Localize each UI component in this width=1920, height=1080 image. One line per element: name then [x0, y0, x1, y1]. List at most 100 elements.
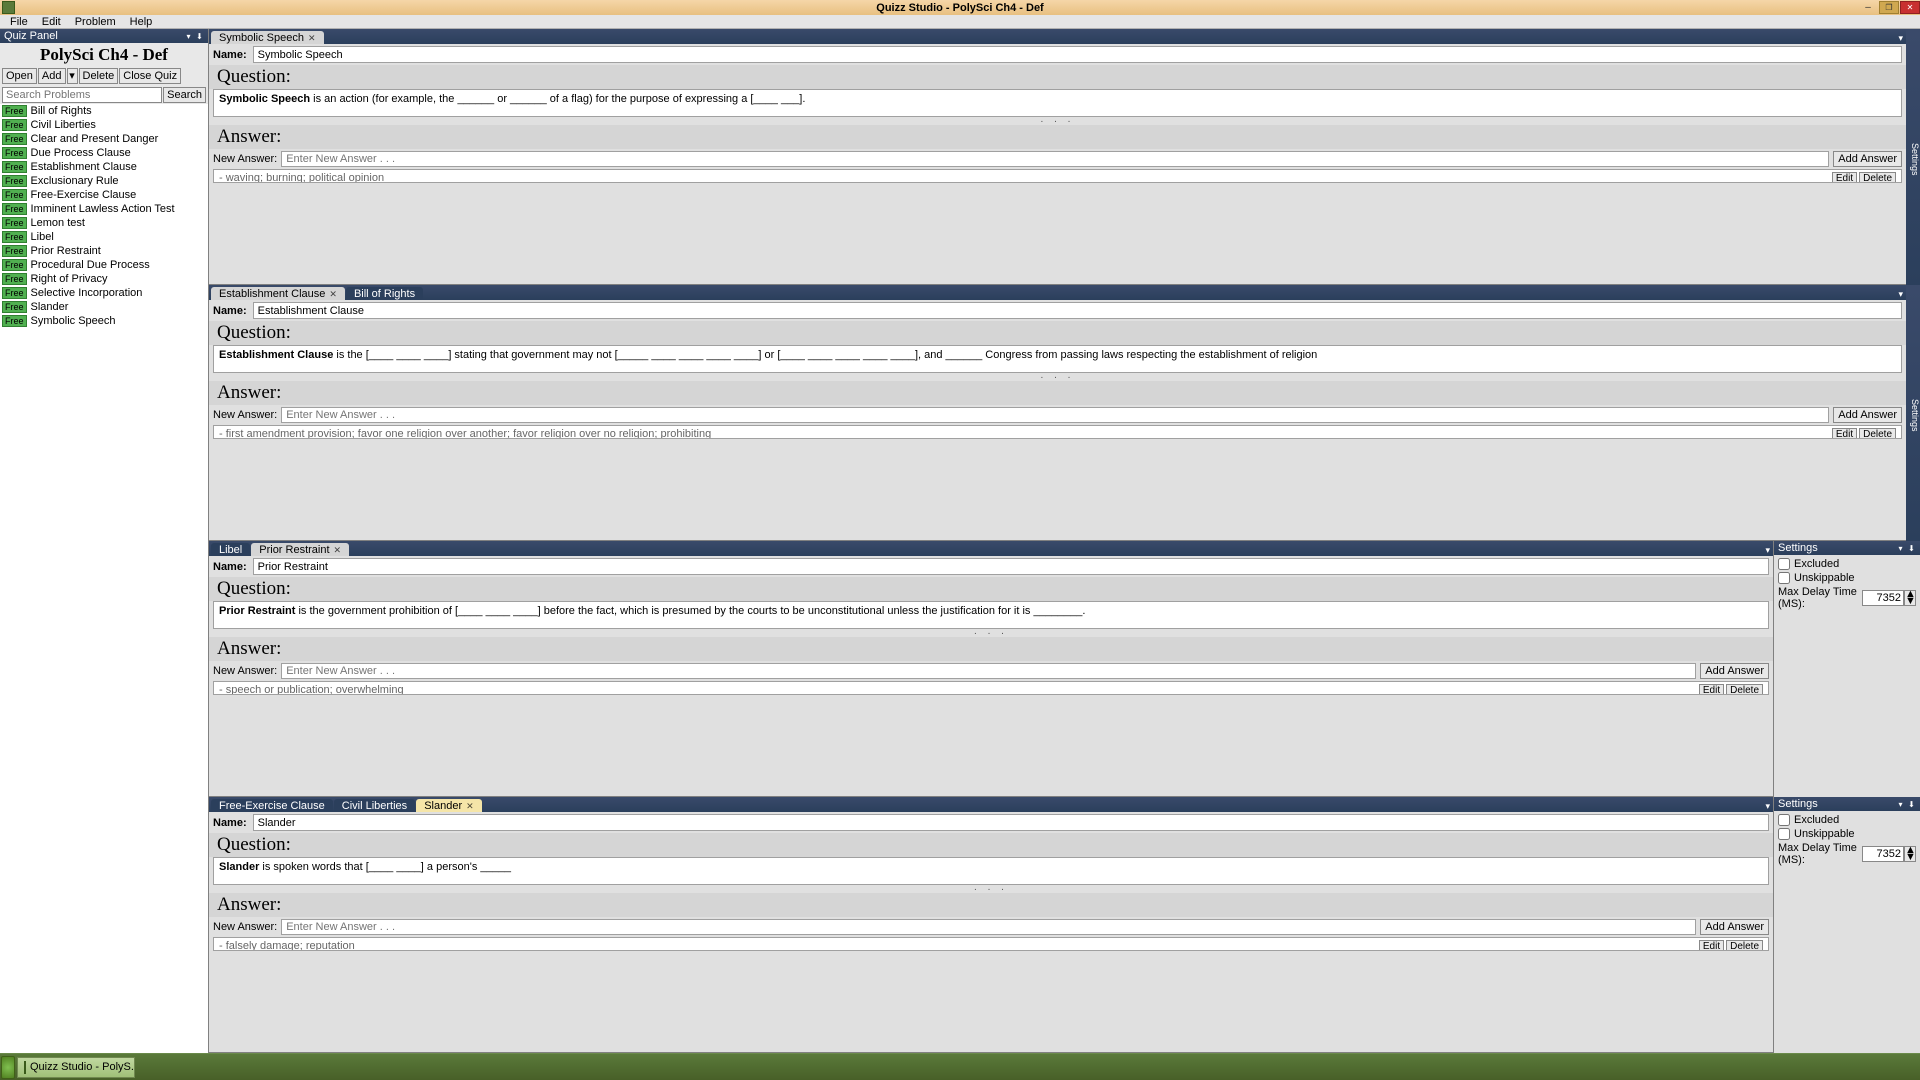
add-dropdown-icon[interactable]: ▾: [67, 68, 78, 84]
panel-pin-icon[interactable]: ⬇: [195, 32, 204, 41]
list-item[interactable]: FreeProcedural Due Process: [0, 258, 208, 272]
list-item[interactable]: FreeRight of Privacy: [0, 272, 208, 286]
list-item[interactable]: FreeBill of Rights: [0, 104, 208, 118]
open-button[interactable]: Open: [2, 68, 37, 84]
tab[interactable]: Prior Restraint✕: [251, 543, 349, 556]
spin-buttons[interactable]: ▲▼: [1904, 846, 1916, 862]
delete-answer-button[interactable]: Delete: [1859, 428, 1896, 439]
max-delay-input[interactable]: [1862, 590, 1904, 606]
unskippable-checkbox[interactable]: [1778, 828, 1790, 840]
new-answer-input[interactable]: [281, 663, 1696, 679]
add-answer-button[interactable]: Add Answer: [1700, 919, 1769, 935]
name-input[interactable]: [253, 814, 1769, 831]
maximize-button[interactable]: [1879, 1, 1899, 14]
free-tag: Free: [2, 217, 27, 229]
list-item-label: Exclusionary Rule: [31, 175, 119, 187]
new-answer-row: New Answer:Add Answer: [209, 405, 1906, 425]
minimize-button[interactable]: [1858, 1, 1878, 14]
tab[interactable]: Establishment Clause✕: [211, 287, 345, 300]
name-input[interactable]: [253, 46, 1902, 63]
list-item[interactable]: FreeLibel: [0, 230, 208, 244]
resize-handle-icon[interactable]: . . .: [209, 884, 1773, 892]
close-window-button[interactable]: [1900, 1, 1920, 14]
settings-collapsed-tab[interactable]: Settings: [1906, 285, 1920, 541]
close-tab-icon[interactable]: ✕: [308, 33, 316, 44]
list-item[interactable]: FreeCivil Liberties: [0, 118, 208, 132]
list-item[interactable]: FreeFree-Exercise Clause: [0, 188, 208, 202]
question-text[interactable]: Symbolic Speech is an action (for exampl…: [213, 89, 1902, 117]
tab-label: Libel: [219, 544, 242, 556]
excluded-checkbox[interactable]: [1778, 814, 1790, 826]
free-tag: Free: [2, 203, 27, 215]
list-item-label: Due Process Clause: [31, 147, 131, 159]
excluded-checkbox[interactable]: [1778, 558, 1790, 570]
list-item[interactable]: FreeSelective Incorporation: [0, 286, 208, 300]
delete-answer-button[interactable]: Delete: [1726, 940, 1763, 951]
taskbar-app-button[interactable]: Quizz Studio - PolyS...: [17, 1057, 135, 1078]
menu-help[interactable]: Help: [124, 16, 159, 28]
question-text[interactable]: Prior Restraint is the government prohib…: [213, 601, 1769, 629]
tab[interactable]: Free-Exercise Clause: [211, 799, 333, 812]
edit-answer-button[interactable]: Edit: [1699, 940, 1724, 951]
new-answer-input[interactable]: [281, 919, 1696, 935]
list-item[interactable]: FreeImminent Lawless Action Test: [0, 202, 208, 216]
panel-pin-icon[interactable]: ⬇: [1907, 800, 1916, 809]
question-text[interactable]: Establishment Clause is the [____ ____ _…: [213, 345, 1902, 373]
list-item[interactable]: FreeDue Process Clause: [0, 146, 208, 160]
search-input[interactable]: [2, 87, 162, 103]
name-input[interactable]: [253, 558, 1769, 575]
add-answer-button[interactable]: Add Answer: [1700, 663, 1769, 679]
unskippable-checkbox[interactable]: [1778, 572, 1790, 584]
resize-handle-icon[interactable]: . . .: [209, 628, 1773, 636]
pane-options-icon[interactable]: ▾: [1765, 545, 1773, 556]
list-item[interactable]: FreeEstablishment Clause: [0, 160, 208, 174]
delete-button[interactable]: Delete: [79, 68, 119, 84]
menu-edit[interactable]: Edit: [36, 16, 67, 28]
list-item[interactable]: FreePrior Restraint: [0, 244, 208, 258]
delete-answer-button[interactable]: Delete: [1859, 172, 1896, 183]
problem-list[interactable]: FreeBill of RightsFreeCivil LibertiesFre…: [0, 104, 208, 1053]
list-item[interactable]: FreeSlander: [0, 300, 208, 314]
name-input[interactable]: [253, 302, 1902, 319]
panel-dropdown-icon[interactable]: ▾: [1896, 800, 1905, 809]
pane-options-icon[interactable]: ▾: [1898, 289, 1906, 300]
tab[interactable]: Bill of Rights: [346, 287, 423, 300]
edit-answer-button[interactable]: Edit: [1832, 172, 1857, 183]
list-item[interactable]: FreeLemon test: [0, 216, 208, 230]
delete-answer-button[interactable]: Delete: [1726, 684, 1763, 695]
panel-dropdown-icon[interactable]: ▾: [184, 32, 193, 41]
close-tab-icon[interactable]: ✕: [334, 545, 342, 556]
answer-text: - falsely damage; reputation: [219, 940, 1699, 950]
menu-problem[interactable]: Problem: [69, 16, 122, 28]
edit-answer-button[interactable]: Edit: [1699, 684, 1724, 695]
start-button[interactable]: [1, 1056, 15, 1079]
pane-options-icon[interactable]: ▾: [1765, 801, 1773, 812]
add-answer-button[interactable]: Add Answer: [1833, 407, 1902, 423]
tab[interactable]: Libel: [211, 543, 250, 556]
menu-file[interactable]: File: [4, 16, 34, 28]
tab[interactable]: Civil Liberties: [334, 799, 415, 812]
question-text[interactable]: Slander is spoken words that [____ ____]…: [213, 857, 1769, 885]
search-button[interactable]: Search: [163, 87, 206, 103]
close-quiz-button[interactable]: Close Quiz: [119, 68, 181, 84]
close-tab-icon[interactable]: ✕: [329, 289, 337, 300]
panel-dropdown-icon[interactable]: ▾: [1896, 544, 1905, 553]
list-item[interactable]: FreeExclusionary Rule: [0, 174, 208, 188]
spin-buttons[interactable]: ▲▼: [1904, 590, 1916, 606]
pane-options-icon[interactable]: ▾: [1898, 33, 1906, 44]
settings-collapsed-tab[interactable]: Settings: [1906, 29, 1920, 285]
resize-handle-icon[interactable]: . . .: [209, 116, 1906, 124]
new-answer-input[interactable]: [281, 151, 1829, 167]
max-delay-input[interactable]: [1862, 846, 1904, 862]
edit-answer-button[interactable]: Edit: [1832, 428, 1857, 439]
list-item[interactable]: FreeClear and Present Danger: [0, 132, 208, 146]
list-item[interactable]: FreeSymbolic Speech: [0, 314, 208, 328]
tab[interactable]: Slander✕: [416, 799, 481, 812]
add-button[interactable]: Add: [38, 68, 66, 84]
new-answer-input[interactable]: [281, 407, 1829, 423]
add-answer-button[interactable]: Add Answer: [1833, 151, 1902, 167]
resize-handle-icon[interactable]: . . .: [209, 372, 1906, 380]
panel-pin-icon[interactable]: ⬇: [1907, 544, 1916, 553]
tab[interactable]: Symbolic Speech✕: [211, 31, 324, 44]
close-tab-icon[interactable]: ✕: [466, 801, 474, 812]
